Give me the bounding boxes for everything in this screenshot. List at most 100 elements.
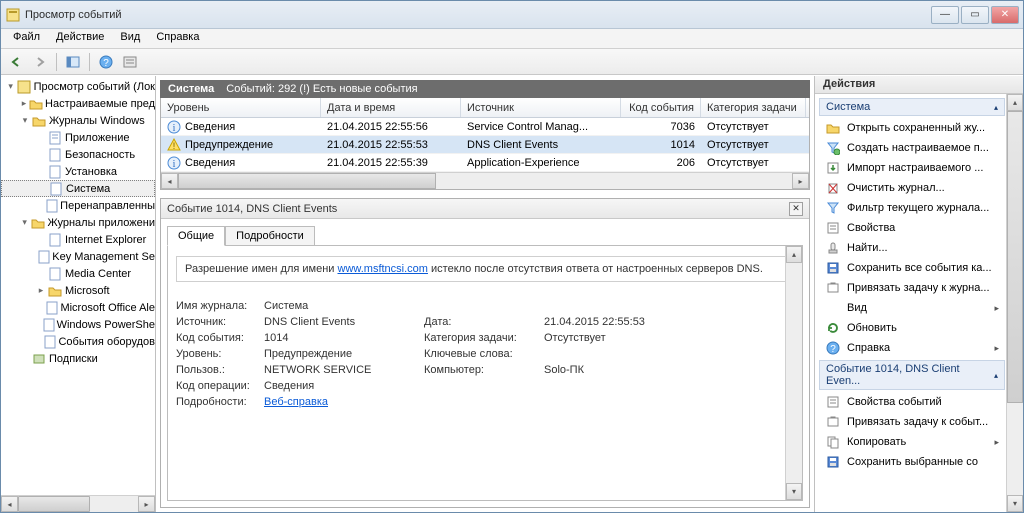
actions-vscrollbar[interactable]: ▴▾ [1006, 94, 1023, 512]
tree-label: Перенаправленны [60, 200, 155, 212]
tree-windows-logs[interactable]: ▾Журналы Windows [1, 112, 155, 129]
cell-eventid: 1014 [621, 139, 701, 151]
value-user: NETWORK SERVICE [264, 364, 424, 376]
events-grid[interactable]: Уровень Дата и время Источник Код событи… [160, 98, 810, 190]
tree-hardware[interactable]: События оборудов [1, 333, 155, 350]
cell-date: 21.04.2015 22:55:56 [321, 121, 461, 133]
label-eventid: Код события: [176, 332, 264, 344]
action-item[interactable]: Вид▸ [817, 298, 1005, 318]
action-item[interactable]: Создать настраиваемое п... [817, 138, 1005, 158]
svg-text:?: ? [103, 58, 109, 69]
action-item[interactable]: Очистить журнал... [817, 178, 1005, 198]
action-item[interactable]: Привязать задачу к журна... [817, 278, 1005, 298]
action-item[interactable]: Копировать▸ [817, 432, 1005, 452]
detail-close-button[interactable]: ✕ [789, 202, 803, 216]
info-icon: i [167, 156, 181, 170]
col-taskcat[interactable]: Категория задачи [701, 98, 806, 117]
menu-help[interactable]: Справка [148, 29, 207, 48]
minimize-button[interactable]: — [931, 6, 959, 24]
action-item[interactable]: Обновить [817, 318, 1005, 338]
action-item[interactable]: Сохранить все события ка... [817, 258, 1005, 278]
col-eventid[interactable]: Код события [621, 98, 701, 117]
close-button[interactable]: ✕ [991, 6, 1019, 24]
toolbar: ? [1, 49, 1023, 75]
action-item[interactable]: Импорт настраиваемого ... [817, 158, 1005, 178]
tree-label: Просмотр событий (Лок [34, 81, 155, 93]
action-label: Свойства [847, 222, 895, 234]
action-label: Открыть сохраненный жу... [847, 122, 985, 134]
tree-system[interactable]: Система [1, 180, 155, 197]
menu-action[interactable]: Действие [48, 29, 112, 48]
tree-app-logs[interactable]: ▾Журналы приложени [1, 214, 155, 231]
clear-icon [825, 180, 841, 196]
label-keywords: Ключевые слова: [424, 348, 544, 360]
titlebar[interactable]: Просмотр событий — ▭ ✕ [1, 1, 1023, 29]
grid-hscrollbar[interactable]: ◂▸ [161, 172, 809, 189]
tree-label: Подписки [49, 353, 98, 365]
actions-title: Действия [815, 76, 1023, 94]
detail-body: Разрешение имен для имени www.msftncsi.c… [167, 245, 803, 501]
col-date[interactable]: Дата и время [321, 98, 461, 117]
tree-security[interactable]: Безопасность [1, 146, 155, 163]
tab-general[interactable]: Общие [167, 226, 225, 246]
cell-source: DNS Client Events [461, 139, 621, 151]
tree-forwarded[interactable]: Перенаправленны [1, 197, 155, 214]
tree-label: Журналы приложени [47, 217, 155, 229]
action-label: Сохранить выбранные со [847, 456, 978, 468]
action-item[interactable]: Открыть сохраненный жу... [817, 118, 1005, 138]
tree-subscriptions[interactable]: Подписки [1, 350, 155, 367]
tree-label: Internet Explorer [65, 234, 146, 246]
grid-header[interactable]: Уровень Дата и время Источник Код событи… [161, 98, 809, 118]
table-row[interactable]: iСведения21.04.2015 22:55:39Application-… [161, 154, 809, 172]
open-icon [825, 120, 841, 136]
cell-level: Сведения [185, 121, 235, 133]
detail-pane: Событие 1014, DNS Client Events ✕ Общие … [160, 198, 810, 508]
events-header: СистемаСобытий: 292 (!) Есть новые событ… [160, 80, 810, 98]
col-level[interactable]: Уровень [161, 98, 321, 117]
tree-label: Key Management Se [52, 251, 155, 263]
tree-root[interactable]: ▾Просмотр событий (Лок [1, 78, 155, 95]
tree-application[interactable]: Приложение [1, 129, 155, 146]
label-date: Дата: [424, 316, 544, 328]
event-message-link[interactable]: www.msftncsi.com [338, 263, 428, 275]
tree-kms[interactable]: Key Management Se [1, 248, 155, 265]
help-button[interactable]: ? [95, 51, 117, 73]
detail-vscrollbar[interactable]: ▴▾ [785, 246, 802, 500]
props-icon [825, 394, 841, 410]
col-source[interactable]: Источник [461, 98, 621, 117]
tree-ie[interactable]: Internet Explorer [1, 231, 155, 248]
detail-title: Событие 1014, DNS Client Events [167, 203, 337, 215]
cell-eventid: 206 [621, 157, 701, 169]
action-item[interactable]: Привязать задачу к событ... [817, 412, 1005, 432]
help-link[interactable]: Веб-справка [264, 396, 328, 408]
back-button[interactable] [5, 51, 27, 73]
show-hide-tree-button[interactable] [62, 51, 84, 73]
menu-file[interactable]: Файл [5, 29, 48, 48]
table-row[interactable]: iСведения21.04.2015 22:55:56Service Cont… [161, 118, 809, 136]
tree-media[interactable]: Media Center [1, 265, 155, 282]
action-item[interactable]: Найти... [817, 238, 1005, 258]
tree-setup[interactable]: Установка [1, 163, 155, 180]
action-item[interactable]: Фильтр текущего журнала... [817, 198, 1005, 218]
action-item[interactable]: Сохранить выбранные со [817, 452, 1005, 472]
actions-section-system[interactable]: Система▴ [819, 98, 1005, 116]
table-row[interactable]: !Предупреждение21.04.2015 22:55:53DNS Cl… [161, 136, 809, 154]
tree-microsoft[interactable]: ▸Microsoft [1, 282, 155, 299]
toolbar-btn[interactable] [119, 51, 141, 73]
tree-powershell[interactable]: Windows PowerShe [1, 316, 155, 333]
action-item[interactable]: ?Справка▸ [817, 338, 1005, 358]
tab-details[interactable]: Подробности [225, 226, 315, 246]
tree-msoffice[interactable]: Microsoft Office Ale [1, 299, 155, 316]
menu-view[interactable]: Вид [112, 29, 148, 48]
tree-hscrollbar[interactable]: ◂▸ [1, 495, 155, 512]
tree-custom-views[interactable]: ▸Настраиваемые пред [1, 95, 155, 112]
cell-eventid: 7036 [621, 121, 701, 133]
actions-section-event[interactable]: Событие 1014, DNS Client Even...▴ [819, 360, 1005, 390]
action-item[interactable]: Свойства [817, 218, 1005, 238]
maximize-button[interactable]: ▭ [961, 6, 989, 24]
forward-button[interactable] [29, 51, 51, 73]
copy-icon [825, 434, 841, 450]
tree-pane[interactable]: ▾Просмотр событий (Лок ▸Настраиваемые пр… [1, 76, 156, 512]
action-item[interactable]: Свойства событий [817, 392, 1005, 412]
events-header-summary: Событий: 292 (!) Есть новые события [226, 83, 417, 95]
